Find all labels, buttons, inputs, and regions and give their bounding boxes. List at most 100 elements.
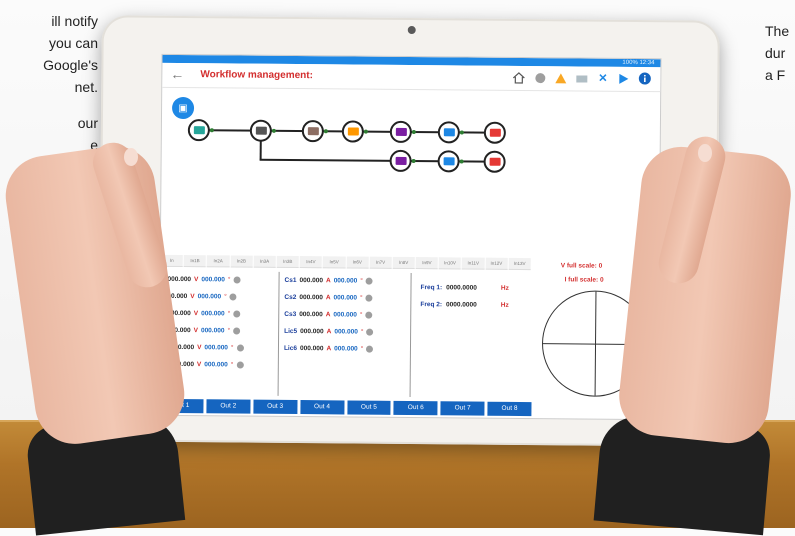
back-arrow-icon[interactable]: ←	[170, 66, 184, 82]
unit: A	[325, 277, 331, 285]
settings-icon[interactable]	[229, 293, 237, 301]
connector-dot	[271, 128, 276, 133]
settings-icon[interactable]	[366, 328, 374, 336]
toolbar: ✕	[511, 70, 652, 86]
background-text-left: ill notify you can Google's net. our e	[38, 10, 98, 156]
degree: °	[227, 276, 231, 284]
connector-dot	[411, 130, 416, 135]
current-row: Lic5 000.000 A 000.000 °	[284, 323, 374, 341]
out-button[interactable]: Out 3	[253, 399, 298, 415]
row-label: Cs3	[284, 310, 297, 319]
close-icon[interactable]: ✕	[595, 71, 610, 86]
row-label: Lic5	[284, 327, 298, 336]
tab[interactable]: In3A	[253, 255, 276, 268]
out-button[interactable]: Out 5	[346, 400, 391, 415]
voltage-row: 000.000 V 000.000 °	[164, 305, 244, 323]
angle-value: 000.000	[333, 277, 358, 285]
globe-icon[interactable]	[532, 70, 547, 85]
workflow-node-analyzer[interactable]	[249, 119, 272, 142]
floating-action-button[interactable]: ▣	[171, 96, 195, 120]
current-table: Cs1 000.000 A 000.000 ° Cs2 000.000 A 000.000 ° …	[284, 272, 374, 358]
freq-unit: Hz	[500, 284, 509, 292]
workflow-node-module-a[interactable]	[389, 120, 412, 144]
tab[interactable]: In12V	[485, 257, 508, 270]
tab[interactable]: In2B	[230, 255, 253, 268]
tab[interactable]: In4V	[299, 256, 323, 269]
degree: °	[359, 311, 363, 319]
tab[interactable]: In3B	[276, 255, 299, 269]
workflow-node-source[interactable]	[187, 119, 210, 142]
settings-icon[interactable]	[236, 361, 244, 369]
angle-value: 000.000	[204, 344, 228, 352]
settings-icon[interactable]	[233, 327, 241, 335]
settings-icon[interactable]	[236, 344, 244, 352]
workflow-node-module-d[interactable]	[437, 150, 460, 173]
monitor-icon: ▣	[178, 102, 188, 114]
folder-icon[interactable]	[574, 70, 589, 85]
play-icon[interactable]	[616, 71, 631, 86]
unit: A	[325, 294, 331, 302]
tab[interactable]: In13V	[508, 257, 531, 271]
settings-icon[interactable]	[365, 277, 373, 285]
settings-icon[interactable]	[365, 294, 373, 302]
tab[interactable]: In6V	[346, 256, 369, 269]
degree: °	[360, 328, 364, 336]
warning-icon[interactable]	[553, 70, 568, 85]
settings-icon[interactable]	[366, 345, 374, 353]
angle-value: 000.000	[200, 327, 225, 335]
degree: °	[227, 327, 231, 335]
degree: °	[360, 277, 363, 285]
workflow-node-module-c[interactable]	[389, 149, 412, 173]
out-button[interactable]: Out 2	[206, 399, 251, 414]
tab[interactable]: In1B	[183, 255, 207, 268]
degree: °	[360, 294, 363, 302]
tab[interactable]: In2A	[207, 255, 230, 268]
tab[interactable]: In9V	[415, 257, 439, 270]
tab[interactable]: In5V	[322, 256, 346, 269]
out-button[interactable]: Out 4	[300, 400, 345, 415]
voltage-value: 000.000	[167, 275, 192, 284]
workflow-node-output-b[interactable]	[483, 150, 506, 173]
out-button[interactable]: Out 8	[487, 401, 532, 417]
workflow-node-config[interactable]	[341, 120, 364, 143]
angle-value: 000.000	[204, 361, 228, 369]
connector-dot	[459, 159, 464, 164]
out-button[interactable]: Out 6	[393, 400, 438, 416]
settings-icon[interactable]	[233, 276, 241, 284]
settings-icon[interactable]	[233, 310, 241, 318]
current-value: 000.000	[300, 328, 324, 336]
workflow-node-module-b[interactable]	[437, 121, 460, 144]
connector-dot	[459, 130, 464, 135]
workflow-node-output-a[interactable]	[483, 121, 506, 144]
freq-label: Freq 1:	[420, 284, 443, 292]
bg-line: our	[77, 115, 98, 131]
degree: °	[227, 310, 231, 318]
bg-line: you can	[48, 35, 98, 51]
tab[interactable]: In10V	[438, 257, 462, 270]
bg-line: a F	[765, 67, 786, 83]
tab[interactable]: In7V	[369, 256, 392, 269]
app-bar: ← Workflow management: ✕	[162, 62, 661, 93]
unit: V	[194, 276, 199, 284]
status-text: 100% 12:34	[622, 59, 655, 67]
settings-icon[interactable]	[365, 311, 373, 319]
home-icon[interactable]	[511, 70, 526, 85]
unit: A	[325, 311, 331, 319]
degree: °	[230, 361, 234, 369]
current-value: 000.000	[299, 311, 323, 319]
connector-dot	[363, 129, 368, 134]
bg-line: The	[765, 23, 790, 39]
v-full-scale: V full scale: 0	[560, 262, 603, 270]
out-button[interactable]: Out 7	[440, 401, 485, 416]
unit: V	[196, 361, 202, 369]
background-text-right: The dur a F	[765, 20, 795, 86]
info-icon[interactable]	[637, 71, 652, 86]
screen: 100% 12:34 ← Workflow management: ✕ ▣ In…	[158, 53, 662, 421]
column-divider	[409, 273, 412, 398]
workflow-node-filter[interactable]	[301, 120, 324, 143]
angle-value: 000.000	[334, 328, 358, 336]
tab[interactable]: In8V	[392, 256, 415, 270]
tab[interactable]: In11V	[462, 257, 485, 270]
current-value: 000.000	[299, 277, 324, 285]
right-thumb-nail	[698, 144, 712, 162]
